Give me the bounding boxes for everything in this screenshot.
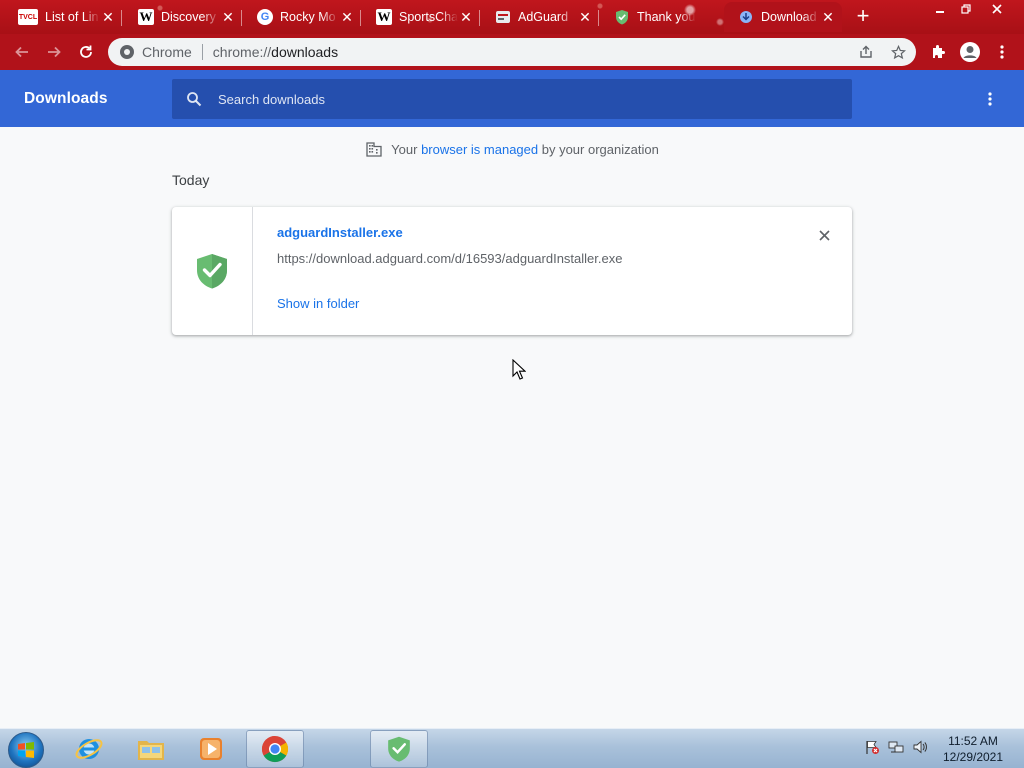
chrome-page-icon[interactable]: [120, 45, 134, 59]
tab-separator: [479, 10, 480, 26]
action-center-flag-icon[interactable]: [864, 739, 880, 755]
managed-suffix: by your organization: [538, 141, 659, 157]
scheme-label: Chrome: [142, 44, 192, 60]
url-host: downloads: [271, 44, 339, 60]
download-file-name-link[interactable]: adguardInstaller.exe: [277, 225, 403, 240]
tab-strip: TVCL List of Lin ✕ W Discovery ✕ G Rocky…: [0, 0, 1024, 34]
close-tab-icon[interactable]: ✕: [220, 9, 236, 25]
adguard-shield-icon: [197, 254, 227, 289]
share-icon[interactable]: [856, 42, 876, 62]
search-bar[interactable]: [172, 79, 852, 119]
tab-separator: [121, 10, 122, 26]
network-icon[interactable]: [888, 739, 904, 755]
chrome-taskbar-button[interactable]: [246, 730, 304, 768]
omnibox-divider: [201, 44, 203, 60]
tab-title: List of Lin: [45, 10, 99, 24]
taskbar-clock[interactable]: 11:52 AM 12/29/2021: [938, 733, 1008, 765]
media-player-icon: [200, 738, 222, 760]
tab-thank-you[interactable]: Thank you: [600, 4, 718, 30]
system-tray: [864, 739, 928, 755]
downloads-favicon-icon: [738, 9, 754, 25]
section-label-today: Today: [172, 172, 210, 188]
adguard-taskbar-button[interactable]: [370, 730, 428, 768]
tab-title: Rocky Mo: [280, 10, 336, 24]
new-tab-button[interactable]: +: [852, 5, 874, 28]
managed-notice: Your browser is managed by your organiza…: [0, 138, 1024, 160]
wikipedia-favicon-icon: W: [138, 9, 154, 25]
bookmark-star-icon[interactable]: [888, 42, 908, 62]
internet-explorer-icon: [75, 739, 103, 759]
close-tab-icon[interactable]: ✕: [820, 9, 836, 25]
url-prefix: chrome://: [212, 44, 272, 60]
file-explorer-taskbar-button[interactable]: [122, 730, 180, 768]
download-item: adguardInstaller.exe https://download.ad…: [172, 207, 852, 335]
browser-menu-icon[interactable]: [990, 40, 1014, 64]
volume-icon[interactable]: [912, 739, 928, 755]
file-explorer-icon: [138, 741, 164, 760]
tab-title: SportsCha: [399, 10, 458, 24]
windows-logo-icon: [18, 742, 34, 758]
tab-title: Thank you: [637, 10, 696, 24]
forward-icon[interactable]: [42, 40, 66, 64]
adguard-icon: [388, 736, 410, 762]
tab-title: Download: [761, 10, 817, 24]
back-icon[interactable]: [10, 40, 34, 64]
profile-avatar-icon[interactable]: [958, 40, 982, 64]
mouse-cursor-icon: [512, 359, 526, 380]
more-actions-icon[interactable]: [980, 89, 1000, 109]
close-window-icon[interactable]: [980, 0, 1014, 18]
page-title: Downloads: [24, 90, 108, 107]
url-text[interactable]: chrome://downloads: [213, 44, 338, 60]
chrome-icon: [261, 735, 289, 763]
tab-separator: [241, 10, 242, 26]
clock-time: 11:52 AM: [948, 734, 998, 748]
internet-explorer-taskbar-button[interactable]: [60, 730, 118, 768]
extensions-puzzle-icon[interactable]: [926, 40, 950, 64]
tab-list-of-lin[interactable]: TVCL List of Lin ✕: [4, 4, 122, 30]
search-icon[interactable]: [184, 89, 204, 109]
google-favicon-icon: G: [257, 9, 273, 25]
start-button[interactable]: [8, 732, 44, 768]
tab-separator: [360, 10, 361, 26]
address-bar[interactable]: Chrome chrome://downloads: [108, 38, 916, 66]
download-source-url: https://download.adguard.com/d/16593/adg…: [277, 251, 623, 266]
tab-title: Discovery: [161, 10, 216, 24]
reload-icon[interactable]: [74, 40, 98, 64]
clock-date: 12/29/2021: [942, 750, 1004, 764]
download-file-icon-column: [172, 207, 253, 335]
adguard-favicon-icon: [495, 9, 511, 25]
show-in-folder-link[interactable]: Show in folder: [277, 296, 359, 311]
browser-toolbar: Chrome chrome://downloads: [0, 34, 1024, 70]
tab-rocky-mo[interactable]: G Rocky Mo ✕: [243, 4, 361, 30]
tvcl-favicon-icon: TVCL: [18, 9, 38, 25]
wikipedia-favicon-icon: W: [376, 9, 392, 25]
close-tab-icon[interactable]: ✕: [339, 9, 355, 25]
windows-taskbar: 11:52 AM 12/29/2021: [0, 728, 1024, 768]
minimize-icon[interactable]: [926, 0, 954, 18]
tab-sportscha[interactable]: W SportsCha ✕: [362, 4, 480, 30]
close-tab-icon[interactable]: ✕: [100, 9, 116, 25]
adguard-shield-favicon-icon: [614, 9, 630, 25]
managed-prefix: Your: [391, 141, 422, 157]
close-tab-icon[interactable]: ✕: [458, 9, 474, 25]
browser-managed-link[interactable]: browser is managed: [421, 142, 538, 157]
tab-title: AdGuard: [518, 10, 569, 24]
building-icon: [366, 142, 382, 157]
restore-icon[interactable]: [952, 0, 980, 18]
tab-separator: [598, 10, 599, 26]
remove-download-close-icon[interactable]: [814, 225, 834, 245]
search-input[interactable]: [218, 91, 818, 107]
tab-downloads[interactable]: Download ✕: [724, 2, 842, 32]
close-tab-icon[interactable]: [696, 9, 712, 25]
media-player-taskbar-button[interactable]: [182, 730, 240, 768]
tab-discovery[interactable]: W Discovery ✕: [124, 4, 242, 30]
downloads-header: Downloads: [0, 70, 1024, 127]
managed-text: Your browser is managed by your organiza…: [391, 142, 659, 157]
tab-adguard[interactable]: AdGuard ✕: [481, 4, 599, 30]
close-tab-icon[interactable]: ✕: [577, 9, 593, 25]
